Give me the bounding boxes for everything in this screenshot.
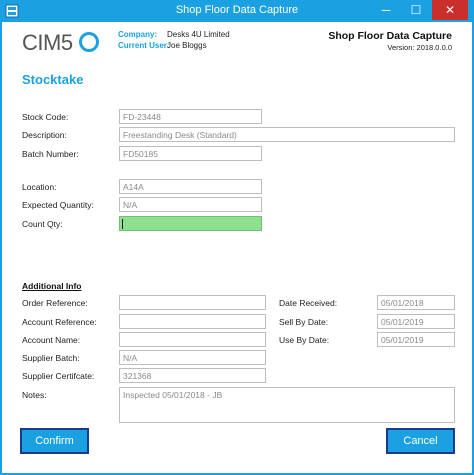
- minimize-button[interactable]: ─: [372, 0, 400, 20]
- supplier-batch-field[interactable]: N/A: [119, 350, 266, 365]
- notes-label: Notes:: [22, 390, 47, 400]
- location-field[interactable]: A14A: [119, 179, 262, 194]
- count-qty-label: Count Qty:: [22, 219, 63, 229]
- expected-quantity-label: Expected Quantity:: [22, 200, 94, 210]
- stock-code-field[interactable]: FD-23448: [119, 109, 262, 124]
- company-label: Company:: [118, 30, 158, 39]
- additional-info-heading: Additional Info: [22, 281, 82, 291]
- maximize-button[interactable]: ☐: [402, 0, 430, 20]
- count-qty-input[interactable]: [119, 216, 262, 231]
- cim50-logo: CIM5: [22, 30, 99, 54]
- app-title: Shop Floor Data Capture: [328, 30, 452, 42]
- account-reference-field[interactable]: [119, 314, 266, 329]
- app-version: Version: 2018.0.0.0: [387, 43, 452, 52]
- description-label: Description:: [22, 130, 67, 140]
- use-by-date-field[interactable]: 05/01/2019: [377, 332, 455, 347]
- current-user-value: Joe Bloggs: [167, 41, 207, 50]
- sell-by-date-field[interactable]: 05/01/2019: [377, 314, 455, 329]
- date-received-label: Date Received:: [279, 298, 338, 308]
- cancel-button[interactable]: Cancel: [386, 428, 455, 454]
- order-reference-label: Order Reference:: [22, 298, 88, 308]
- order-reference-field[interactable]: [119, 295, 266, 310]
- close-button[interactable]: ✕: [432, 0, 468, 20]
- confirm-button[interactable]: Confirm: [20, 428, 89, 454]
- supplier-batch-label: Supplier Batch:: [22, 353, 80, 363]
- expected-quantity-field[interactable]: N/A: [119, 197, 262, 212]
- client-area: CIM5 Company: Desks 4U Limited Current U…: [2, 22, 472, 473]
- account-name-field[interactable]: [119, 332, 266, 347]
- text-caret: [122, 219, 123, 229]
- batch-number-field[interactable]: FD50185: [119, 146, 262, 161]
- batch-number-label: Batch Number:: [22, 149, 79, 159]
- supplier-certificate-label: Supplier Certifcate:: [22, 371, 95, 381]
- account-name-label: Account Name:: [22, 335, 81, 345]
- account-reference-label: Account Reference:: [22, 317, 97, 327]
- supplier-certificate-field[interactable]: 321368: [119, 368, 266, 383]
- page-title: Stocktake: [22, 72, 84, 87]
- description-field[interactable]: Freestanding Desk (Standard): [119, 127, 455, 142]
- title-bar[interactable]: Shop Floor Data Capture ─ ☐ ✕: [0, 0, 474, 22]
- notes-field[interactable]: Inspected 05/01/2018 - JB: [119, 387, 455, 423]
- company-value: Desks 4U Limited: [167, 30, 230, 39]
- use-by-date-label: Use By Date:: [279, 335, 330, 345]
- sell-by-date-label: Sell By Date:: [279, 317, 329, 327]
- date-received-field[interactable]: 05/01/2018: [377, 295, 455, 310]
- stock-code-label: Stock Code:: [22, 112, 69, 122]
- current-user-label: Current User:: [118, 41, 170, 50]
- svg-text:CIM5: CIM5: [22, 30, 73, 54]
- app-window: Shop Floor Data Capture ─ ☐ ✕ CIM5 Compa…: [0, 0, 474, 475]
- location-label: Location:: [22, 182, 57, 192]
